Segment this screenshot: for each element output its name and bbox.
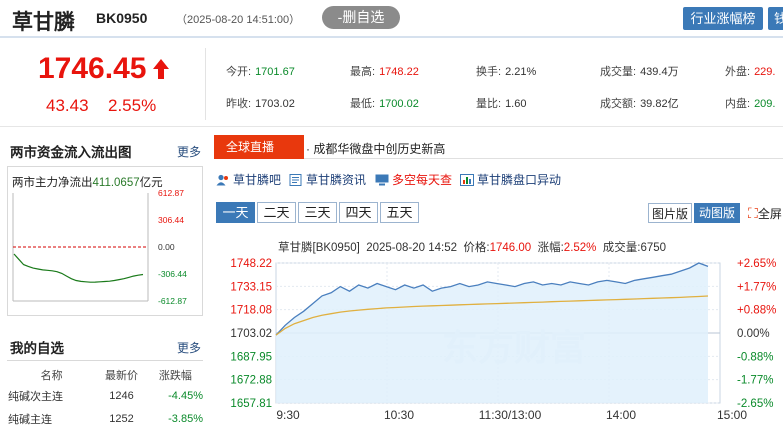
- x-tick-label: 15:00: [717, 408, 747, 422]
- intraday-chart[interactable]: 1748.22 +2.65% 1733.15 +1.77% 1718.08 +0.88% 1…: [214, 250, 783, 425]
- image-version-button[interactable]: 图片版: [648, 203, 692, 223]
- x-tick-label: 14:00: [606, 408, 636, 422]
- pct-cell: -4.45%: [168, 389, 203, 402]
- fund-flow-chart: 612.87 306.44 0.00 -306.44 -612.87: [12, 189, 187, 306]
- tab-4-days[interactable]: 四天: [339, 202, 378, 223]
- quote-inner: 内盘: 209.: [725, 98, 776, 110]
- quote-time: （2025-08-20 14:51:00）: [176, 14, 301, 26]
- quote-volume-ratio: 量比: 1.60: [476, 98, 527, 110]
- fund-tick-label: 612.87: [158, 189, 184, 198]
- fund-tick-label: 0.00: [158, 242, 175, 252]
- watchlist-more-link[interactable]: 更多: [177, 339, 201, 356]
- table-header-row: 名称 最新价 涨跌幅: [8, 365, 203, 384]
- y-tick-label: 1672.88: [230, 375, 272, 387]
- y-tick-label-right: +2.65%: [737, 258, 776, 270]
- price-cell: 1252: [109, 412, 134, 425]
- link-news[interactable]: 草甘膦资讯: [289, 171, 366, 188]
- y-tick-label: 1703.02: [230, 328, 272, 340]
- y-tick-label: 1657.81: [230, 398, 272, 410]
- watchlist-title: 我的自选: [10, 341, 64, 356]
- tab-5-days[interactable]: 五天: [380, 202, 419, 223]
- divider: [7, 360, 203, 361]
- quote-high: 最高: 1748.22: [350, 66, 419, 78]
- stock-name: 草甘膦: [12, 11, 75, 34]
- divider: [0, 126, 783, 127]
- chart-icon: [460, 174, 474, 186]
- people-icon: [216, 174, 228, 186]
- fund-tick-label: -306.44: [158, 269, 187, 279]
- dynamic-version-button[interactable]: 动图版: [694, 203, 740, 223]
- tab-1-day[interactable]: 一天: [216, 202, 255, 223]
- y-tick-label-right: +1.77%: [737, 281, 776, 293]
- fund-flow-label: 两市主力净流出411.0657亿元: [12, 177, 163, 189]
- fullscreen-icon: ⛶: [748, 205, 758, 221]
- quote-amount: 成交额: 39.82亿: [600, 98, 679, 110]
- link-abnormal[interactable]: 草甘膦盘口异动: [460, 171, 561, 188]
- fund-tick-label: -612.87: [158, 296, 187, 306]
- watchlist-table: 名称 最新价 涨跌幅 纯碱次主连 1246 -4.45% 纯碱主连 1252 -…: [8, 365, 203, 430]
- current-price: 1746.45: [38, 52, 147, 85]
- fund-tick-label: 306.44: [158, 215, 184, 225]
- y-tick-label: 1733.15: [230, 281, 272, 293]
- fund-flow-more-link[interactable]: 更多: [177, 143, 201, 160]
- price-cell: 1246: [109, 389, 134, 402]
- fullscreen-button[interactable]: ⛶全屏: [748, 203, 783, 223]
- quote-open: 今开: 1701.67: [226, 66, 295, 78]
- tab-global-live[interactable]: 全球直播: [214, 135, 304, 159]
- arrow-up-icon: [153, 59, 169, 79]
- fund-flow-title: 两市资金流入流出图: [10, 145, 132, 160]
- y-tick-label: 1748.22: [230, 258, 272, 270]
- x-tick-label: 10:30: [384, 408, 414, 422]
- tab-2-days[interactable]: 二天: [257, 202, 296, 223]
- y-tick-label-right: -1.77%: [737, 375, 773, 387]
- quote-prev-close: 昨收: 1703.02: [226, 98, 295, 110]
- quote-turnover: 换手: 2.21%: [476, 66, 537, 78]
- tab-3-days[interactable]: 三天: [298, 202, 337, 223]
- industry-ranking-button[interactable]: 行业涨幅榜: [683, 7, 763, 30]
- table-row[interactable]: 纯碱主连 1252 -3.85%: [8, 407, 203, 430]
- y-tick-label-right: 0.00%: [737, 328, 770, 340]
- table-row[interactable]: 纯碱次主连 1246 -4.45%: [8, 384, 203, 407]
- price-change: 43.43: [46, 96, 89, 115]
- price-change-percent: 2.55%: [108, 96, 157, 115]
- fund-flow-line: [13, 253, 144, 283]
- fund-flow-box: 两市主力净流出411.0657亿元 612.87 306.44 0.00 -306.4…: [7, 166, 203, 316]
- x-tick-label: 9:30: [276, 408, 300, 422]
- y-tick-label-right: -0.88%: [737, 351, 773, 363]
- quote-low: 最低: 1700.02: [350, 98, 419, 110]
- fund-flow-value: 411.0657: [92, 177, 140, 189]
- stock-code: BK0950: [96, 10, 148, 26]
- link-long-short[interactable]: 多空每天查: [375, 171, 452, 188]
- monitor-icon: [375, 174, 389, 186]
- stock-name-cell[interactable]: 纯碱主连: [8, 407, 95, 430]
- pct-cell: -3.85%: [168, 412, 203, 425]
- cut-off-button[interactable]: 钱: [768, 7, 783, 30]
- news-icon: [289, 174, 302, 186]
- news-headline[interactable]: · 成都华微盘中创历史新高: [306, 140, 445, 157]
- column-header: 最新价: [104, 369, 138, 382]
- quote-outer: 外盘: 229.: [725, 66, 776, 78]
- y-tick-label: 1687.95: [230, 351, 272, 363]
- column-header: 名称: [40, 369, 63, 382]
- stock-name-cell[interactable]: 纯碱次主连: [8, 384, 95, 407]
- divider: [205, 48, 206, 120]
- y-tick-label-right: +0.88%: [737, 305, 776, 317]
- remove-favorite-button[interactable]: -删自选: [322, 6, 400, 29]
- column-header: 涨跌幅: [158, 369, 192, 382]
- quote-volume: 成交量: 439.4万: [600, 66, 679, 78]
- link-forum[interactable]: 草甘膦吧: [216, 171, 281, 188]
- y-tick-label: 1718.08: [230, 305, 272, 317]
- x-tick-label: 11:30/13:00: [479, 408, 542, 422]
- header-bar: 草甘膦 BK0950 （2025-08-20 14:51:00） -删自选 行业…: [0, 0, 783, 38]
